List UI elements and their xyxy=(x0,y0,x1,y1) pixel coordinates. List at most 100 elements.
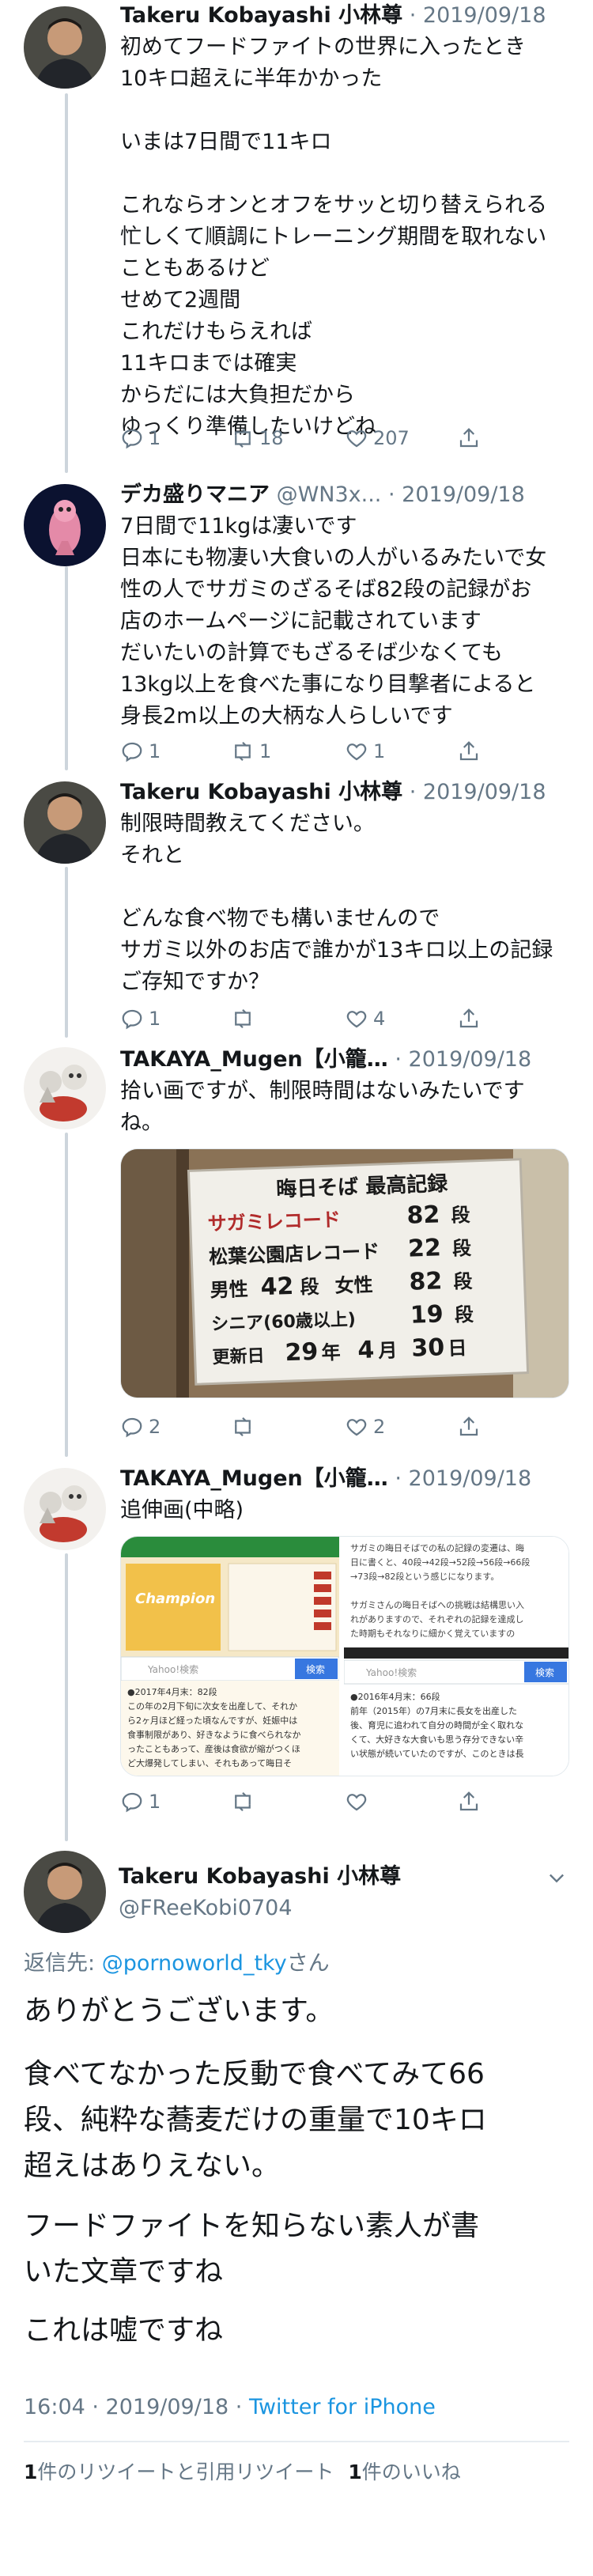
divider xyxy=(24,2441,569,2442)
chevron-down-icon[interactable] xyxy=(546,1867,568,1889)
heart-icon xyxy=(346,1011,367,1028)
search-input: Yahoo!検索 xyxy=(147,1664,198,1675)
sign-row-label: サガミレコード xyxy=(207,1209,341,1235)
separator: · xyxy=(395,1047,409,1072)
avatar[interactable] xyxy=(24,1468,106,1550)
client-link[interactable]: Twitter for iPhone xyxy=(249,2395,436,2419)
share-icon xyxy=(459,1417,478,1436)
caption-line: た時期もそれなりに細かく覚えていますの xyxy=(350,1628,515,1639)
reply-button[interactable]: 1 xyxy=(120,1003,161,1035)
caption-line: 食事制限があり、好きなように食べられなか xyxy=(127,1729,301,1740)
tweet-actions: 1 4 xyxy=(120,1003,531,1035)
retweet-button[interactable]: 1 xyxy=(231,736,271,767)
share-icon xyxy=(459,428,478,448)
timestamp-text[interactable]: 16:04 · 2019/09/18 · xyxy=(24,2395,249,2419)
reply-count: 2 xyxy=(149,1416,161,1438)
author-name[interactable]: Takeru Kobayashi 小林尊 xyxy=(119,1862,401,1892)
author-name[interactable]: TAKAYA_Mugen【小籠… xyxy=(120,1047,388,1072)
avatar[interactable] xyxy=(24,781,106,864)
tweet-text: フードファイトを知らない素人が書 いた文章ですね xyxy=(24,2203,569,2295)
caption-line: サガミさんの晦日そばへの挑戦は結構思い入 xyxy=(350,1599,524,1610)
share-button[interactable] xyxy=(457,736,481,767)
tweet-date[interactable]: 2019/09/18 xyxy=(409,1466,532,1491)
tweet-actions: 1 18 207 xyxy=(120,422,531,454)
author-name[interactable]: Takeru Kobayashi 小林尊 xyxy=(120,780,402,804)
tweet-actions: 2 2 xyxy=(120,1411,531,1443)
tweet-text: 7日間で11kgは凄いです 日本にも物凄い大食いの人がいるみたいで女 性の人でサ… xyxy=(120,511,571,732)
text-line: 身長2m以上の大柄な人らしいです xyxy=(120,704,453,728)
heart-icon xyxy=(346,430,367,448)
retweet-button[interactable]: 18 xyxy=(231,422,284,454)
attached-photo[interactable]: Champion Yahoo!検索 検索 ●2017年4月末：82段 この年の2… xyxy=(120,1536,569,1776)
author-handle[interactable]: @WN3x... xyxy=(277,482,382,507)
avatar[interactable] xyxy=(24,6,106,89)
sign-senior-value: 19 xyxy=(410,1300,444,1329)
avatar[interactable] xyxy=(24,1851,106,1933)
share-button[interactable] xyxy=(457,1786,481,1818)
share-button[interactable] xyxy=(457,1003,481,1035)
like-stat-count: 1 xyxy=(348,2461,362,2483)
author-name[interactable]: デカ盛りマニア xyxy=(120,482,270,507)
like-button[interactable]: 1 xyxy=(345,736,385,767)
reply-icon xyxy=(122,742,142,762)
tweet-date[interactable]: 2019/09/18 xyxy=(409,1047,532,1072)
text-line: これは嘘ですね xyxy=(24,2314,224,2347)
share-button[interactable] xyxy=(457,422,481,454)
share-icon xyxy=(459,741,478,761)
reply-button[interactable]: 2 xyxy=(120,1411,161,1443)
text-line: 忙しくて順調にトレーニング期間を取れない xyxy=(120,225,547,249)
caption-line: 日に書くと、40段→42段→52段→56段→66段 xyxy=(350,1557,530,1568)
tweet-date[interactable]: 2019/09/18 xyxy=(423,3,546,28)
tweet-text: これは嘘ですね xyxy=(24,2308,569,2354)
text-line: サガミ以外のお店で誰かが13キロ以上の記録 xyxy=(120,938,553,963)
like-stat[interactable]: 1件のいいね xyxy=(348,2461,460,2483)
sign-updated-label: 更新日 xyxy=(212,1345,265,1367)
reply-count: 1 xyxy=(149,1008,161,1030)
reply-icon xyxy=(122,1009,142,1030)
reply-icon xyxy=(122,1417,142,1438)
retweet-icon xyxy=(235,1008,251,1029)
text-line: それと xyxy=(120,843,184,868)
caption-line: ど大爆発してしまい、それもあって晦日そ xyxy=(127,1757,292,1768)
retweet-button[interactable] xyxy=(231,1003,259,1035)
like-button[interactable] xyxy=(345,1786,373,1818)
heart-icon xyxy=(346,743,367,761)
sign-unit: 段 xyxy=(300,1276,319,1299)
sign-row-value: 82 xyxy=(406,1201,440,1229)
champion-banner: Champion xyxy=(135,1591,215,1607)
text-line: 拾い画ですが、制限時間はないみたいです xyxy=(120,1079,525,1103)
like-button[interactable]: 207 xyxy=(345,422,410,454)
tweet-date[interactable]: 2019/09/18 xyxy=(402,482,525,507)
focused-tweet: Takeru Kobayashi 小林尊 @FReeKobi0704 返信先: … xyxy=(0,1843,593,2576)
retweet-button[interactable] xyxy=(231,1786,259,1818)
sign-year-unit: 年 xyxy=(321,1341,341,1364)
reply-button[interactable]: 1 xyxy=(120,422,161,454)
like-button[interactable]: 2 xyxy=(345,1411,385,1443)
sign-month-unit: 月 xyxy=(377,1339,398,1362)
retweet-stat[interactable]: 1件のリツイートと引用リツイート xyxy=(24,2461,334,2483)
author-name[interactable]: Takeru Kobayashi 小林尊 xyxy=(120,3,402,28)
sign-row-value: 22 xyxy=(407,1234,441,1262)
attached-photo[interactable]: 晦日そば 最高記録 サガミレコード 82 段 松葉公園店レコード 22 段 男性… xyxy=(120,1148,569,1398)
avatar[interactable] xyxy=(24,1047,106,1129)
author-name[interactable]: TAKAYA_Mugen【小籠… xyxy=(120,1466,388,1491)
reply-suffix: さん xyxy=(286,1951,330,1976)
tweet-date[interactable]: 2019/09/18 xyxy=(423,780,546,804)
tweet-text: 拾い画ですが、制限時間はないみたいです ね。 xyxy=(120,1076,571,1139)
text-line: だいたいの計算でもざるそば少なくても xyxy=(120,641,503,665)
avatar[interactable] xyxy=(24,484,106,566)
retweet-count: 18 xyxy=(259,427,284,449)
caption-line: い状態が続いていたのですが、このときは長 xyxy=(350,1748,523,1759)
share-button[interactable] xyxy=(457,1411,481,1443)
text-line: 7日間で11kgは凄いです xyxy=(120,514,357,539)
tweet-header: TAKAYA_Mugen【小籠… · 2019/09/18 xyxy=(120,1463,571,1495)
text-line: 13kg以上を食べた事になり目撃者によると xyxy=(120,672,536,697)
reply-button[interactable]: 1 xyxy=(120,736,161,767)
author-handle[interactable]: @FReeKobi0704 xyxy=(119,1893,293,1923)
sign-day-unit: 日 xyxy=(448,1337,467,1360)
reply-button[interactable]: 1 xyxy=(120,1786,161,1818)
reply-to-link[interactable]: @pornoworld_tky xyxy=(102,1951,287,1976)
text-line: 初めてフードファイトの世界に入ったとき xyxy=(120,35,526,59)
like-button[interactable]: 4 xyxy=(345,1003,385,1035)
retweet-button[interactable] xyxy=(231,1411,259,1443)
